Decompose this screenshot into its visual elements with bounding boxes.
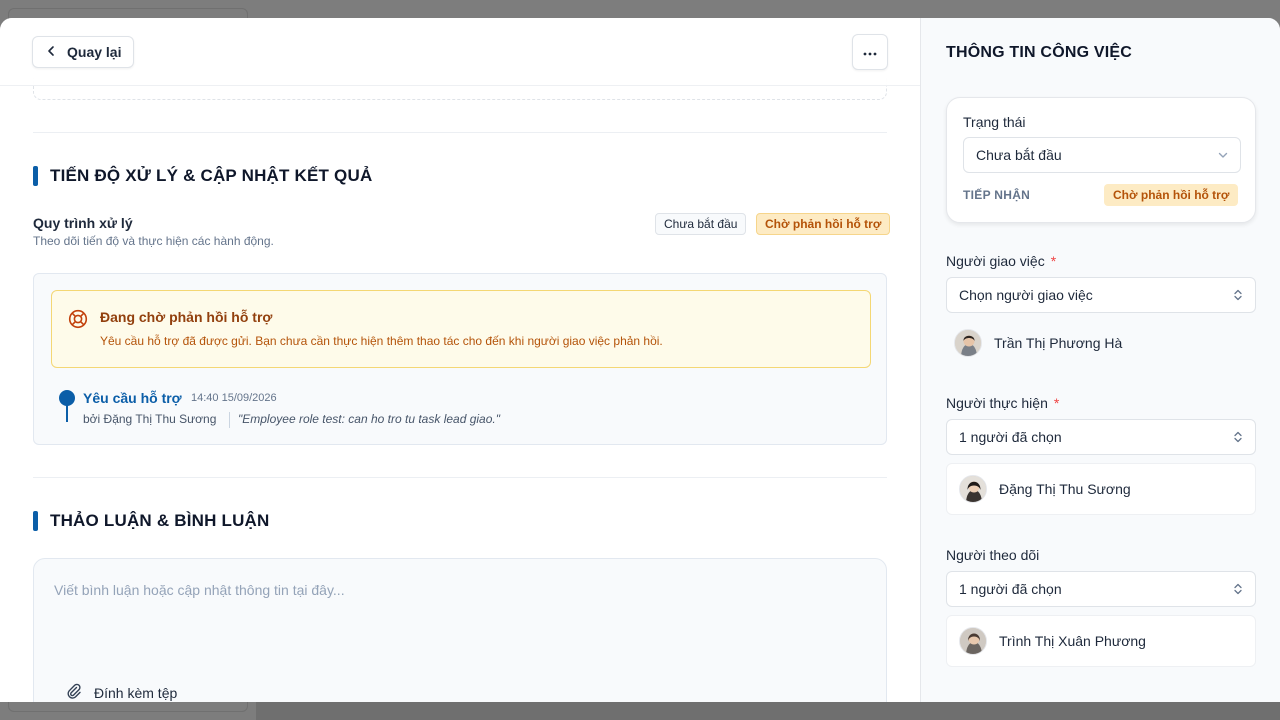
comment-input[interactable]: Viết bình luận hoặc cập nhật thông tin t… <box>33 558 887 702</box>
discussion-section-title-text: THẢO LUẬN & BÌNH LUẬN <box>50 511 270 530</box>
section-divider <box>33 477 887 478</box>
background-strip <box>256 702 1280 720</box>
assigner-person-name: Trần Thị Phương Hà <box>994 335 1123 351</box>
chevron-updown-icon <box>1231 582 1245 599</box>
progress-section-title: TIẾN ĐỘ XỬ LÝ & CẬP NHẬT KẾT QUẢ <box>33 166 372 186</box>
assigner-select-value: Chọn người giao việc <box>959 287 1093 303</box>
modal-topbar: Quay lại <box>0 18 920 86</box>
waiting-tag: Chờ phản hồi hỗ trợ <box>756 213 891 235</box>
attach-file-label: Đính kèm tệp <box>94 684 178 701</box>
alert-text: Yêu cầu hỗ trợ đã được gửi. Bạn chưa cần… <box>100 334 663 348</box>
chevron-updown-icon <box>1231 430 1245 447</box>
assigner-person: Trần Thị Phương Hà <box>946 317 1256 369</box>
timeline-line <box>66 404 68 422</box>
status-label: Trạng thái <box>963 114 1026 130</box>
progress-section-title-text: TIẾN ĐỘ XỬ LÝ & CẬP NHẬT KẾT QUẢ <box>50 166 373 185</box>
process-title: Quy trình xử lý <box>33 215 133 231</box>
watchers-select[interactable]: 1 người đã chọn <box>946 571 1256 607</box>
chevron-updown-icon <box>1231 288 1245 305</box>
required-mark: * <box>1053 395 1060 411</box>
process-panel: Đang chờ phản hồi hỗ trợ Yêu cầu hỗ trợ … <box>33 273 887 445</box>
alert-title: Đang chờ phản hồi hỗ trợ <box>100 309 273 325</box>
back-button[interactable]: Quay lại <box>32 36 134 68</box>
watchers-label-text: Người theo dõi <box>946 547 1040 563</box>
sidebar-title: THÔNG TIN CÔNG VIỆC <box>946 44 1133 61</box>
avatar <box>959 475 987 503</box>
executor-label: Người thực hiện * <box>946 395 1059 411</box>
process-subtitle: Theo dõi tiến độ và thực hiện các hành đ… <box>33 234 274 248</box>
back-button-label: Quay lại <box>67 44 122 60</box>
more-options-button[interactable] <box>852 34 888 70</box>
discussion-section-title: THẢO LUẬN & BÌNH LUẬN <box>33 511 270 531</box>
status-tag: Chưa bắt đầu <box>655 213 747 235</box>
executor-select-value: 1 người đã chọn <box>959 429 1062 445</box>
timeline-item-author: bởi Đặng Thị Thu Sương <box>83 412 217 426</box>
executor-person: Đặng Thị Thu Sương <box>946 463 1256 515</box>
chevron-down-icon <box>1216 148 1230 165</box>
section-accent-bar <box>33 511 38 531</box>
task-main-pane: Quay lại TIẾN ĐỘ XỬ LÝ & CẬP NHẬT KẾT QU… <box>0 18 920 702</box>
timeline-item-time: 14:40 15/09/2026 <box>191 392 277 404</box>
watchers-label: Người theo dõi <box>946 547 1039 563</box>
chevron-left-icon <box>45 44 57 60</box>
timeline-item-title: Yêu cầu hỗ trợ <box>83 390 182 406</box>
watcher-person: Trình Thị Xuân Phương <box>946 615 1256 667</box>
paperclip-icon <box>66 683 82 702</box>
status-card: Trạng thái Chưa bắt đầu TIẾP NHẬN Chờ ph… <box>946 97 1256 223</box>
status-select-value: Chưa bắt đầu <box>976 147 1062 163</box>
assigner-label: Người giao việc * <box>946 253 1056 269</box>
comment-placeholder: Viết bình luận hoặc cập nhật thông tin t… <box>54 582 345 598</box>
required-mark: * <box>1050 253 1057 269</box>
life-buoy-icon <box>68 309 88 329</box>
avatar <box>959 627 987 655</box>
section-accent-bar <box>33 166 38 186</box>
status-select[interactable]: Chưa bắt đầu <box>963 137 1241 173</box>
task-info-sidebar: THÔNG TIN CÔNG VIỆC Trạng thái Chưa bắt … <box>920 18 1280 702</box>
executor-label-text: Người thực hiện <box>946 395 1048 411</box>
timeline-separator <box>229 412 230 428</box>
assigner-label-text: Người giao việc <box>946 253 1045 269</box>
more-horizontal-icon <box>863 43 877 61</box>
executor-select[interactable]: 1 người đã chọn <box>946 419 1256 455</box>
section-divider <box>33 132 887 133</box>
watcher-person-name: Trình Thị Xuân Phương <box>999 633 1146 649</box>
stage-label: TIẾP NHẬN <box>963 188 1031 202</box>
executor-person-name: Đặng Thị Thu Sương <box>999 481 1131 497</box>
waiting-alert: Đang chờ phản hồi hỗ trợ Yêu cầu hỗ trợ … <box>51 290 871 368</box>
watchers-select-value: 1 người đã chọn <box>959 581 1062 597</box>
task-detail-modal: Quay lại TIẾN ĐỘ XỬ LÝ & CẬP NHẬT KẾT QU… <box>0 18 1280 702</box>
assigner-select[interactable]: Chọn người giao việc <box>946 277 1256 313</box>
avatar <box>954 329 982 357</box>
attach-file-button[interactable]: Đính kèm tệp <box>66 683 177 702</box>
timeline-item-quote: "Employee role test: can ho tro tu task … <box>238 412 500 426</box>
stage-badge: Chờ phản hồi hỗ trợ <box>1104 184 1239 206</box>
